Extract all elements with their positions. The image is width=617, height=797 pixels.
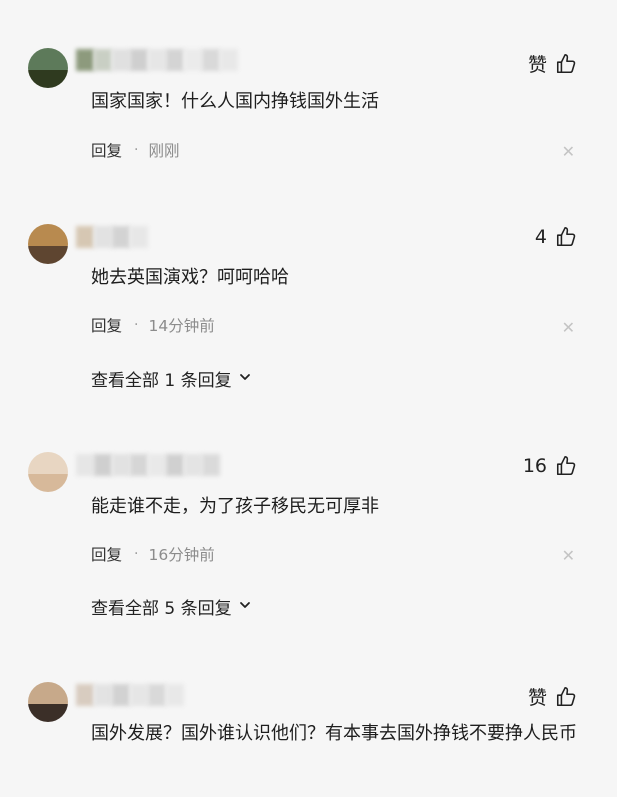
close-icon[interactable]: ✕ <box>562 548 575 564</box>
avatar[interactable] <box>28 682 68 722</box>
comment-text: 国外发展？国外谁认识他们？有本事去国外挣钱不要挣人民币 <box>91 723 577 744</box>
thumbs-up-icon <box>555 455 577 477</box>
comment-meta: 回复 · 刚刚 <box>91 139 179 161</box>
view-all-replies-label: 查看全部 1 条回复 <box>91 371 232 391</box>
reply-button[interactable]: 回复 <box>91 543 122 565</box>
like-button[interactable]: 16 <box>523 455 577 477</box>
username-blurred[interactable] <box>76 454 220 476</box>
like-count: 4 <box>534 226 547 248</box>
view-all-replies-button[interactable]: 查看全部 5 条回复 <box>91 594 252 619</box>
view-all-replies-label: 查看全部 5 条回复 <box>91 599 232 619</box>
avatar[interactable] <box>28 48 68 88</box>
avatar[interactable] <box>28 452 68 492</box>
like-button[interactable]: 4 <box>535 226 577 248</box>
meta-separator: · <box>134 142 139 158</box>
thumbs-up-icon <box>555 53 577 75</box>
reply-button[interactable]: 回复 <box>91 139 122 161</box>
meta-separator: · <box>134 546 139 562</box>
chevron-down-icon <box>238 369 252 389</box>
chevron-down-icon <box>238 597 252 617</box>
comment-meta: 回复 · 14分钟前 <box>91 314 215 336</box>
view-all-replies-button[interactable]: 查看全部 1 条回复 <box>91 366 252 391</box>
avatar[interactable] <box>28 224 68 264</box>
meta-separator: · <box>134 317 139 333</box>
username-blurred[interactable] <box>76 684 184 706</box>
like-count: 赞 <box>527 54 547 76</box>
like-button[interactable]: 赞 <box>528 683 577 710</box>
thumbs-up-icon <box>555 226 577 248</box>
username-blurred[interactable] <box>76 226 148 248</box>
comment-time: 刚刚 <box>148 142 180 160</box>
comment-text: 她去英国演戏？呵呵哈哈 <box>91 267 289 288</box>
username-blurred[interactable] <box>76 49 238 71</box>
comment-text: 国家国家！什么人国内挣钱国外生活 <box>91 91 379 112</box>
reply-button[interactable]: 回复 <box>91 314 122 336</box>
close-icon[interactable]: ✕ <box>562 144 575 160</box>
comment-time: 14分钟前 <box>148 317 215 335</box>
like-count: 赞 <box>527 687 547 709</box>
close-icon[interactable]: ✕ <box>562 320 575 336</box>
like-button[interactable]: 赞 <box>528 50 577 77</box>
like-count: 16 <box>522 455 547 477</box>
comment-text: 能走谁不走，为了孩子移民无可厚非 <box>91 496 379 517</box>
comment-time: 16分钟前 <box>148 546 215 564</box>
comment-meta: 回复 · 16分钟前 <box>91 543 215 565</box>
thumbs-up-icon <box>555 686 577 708</box>
